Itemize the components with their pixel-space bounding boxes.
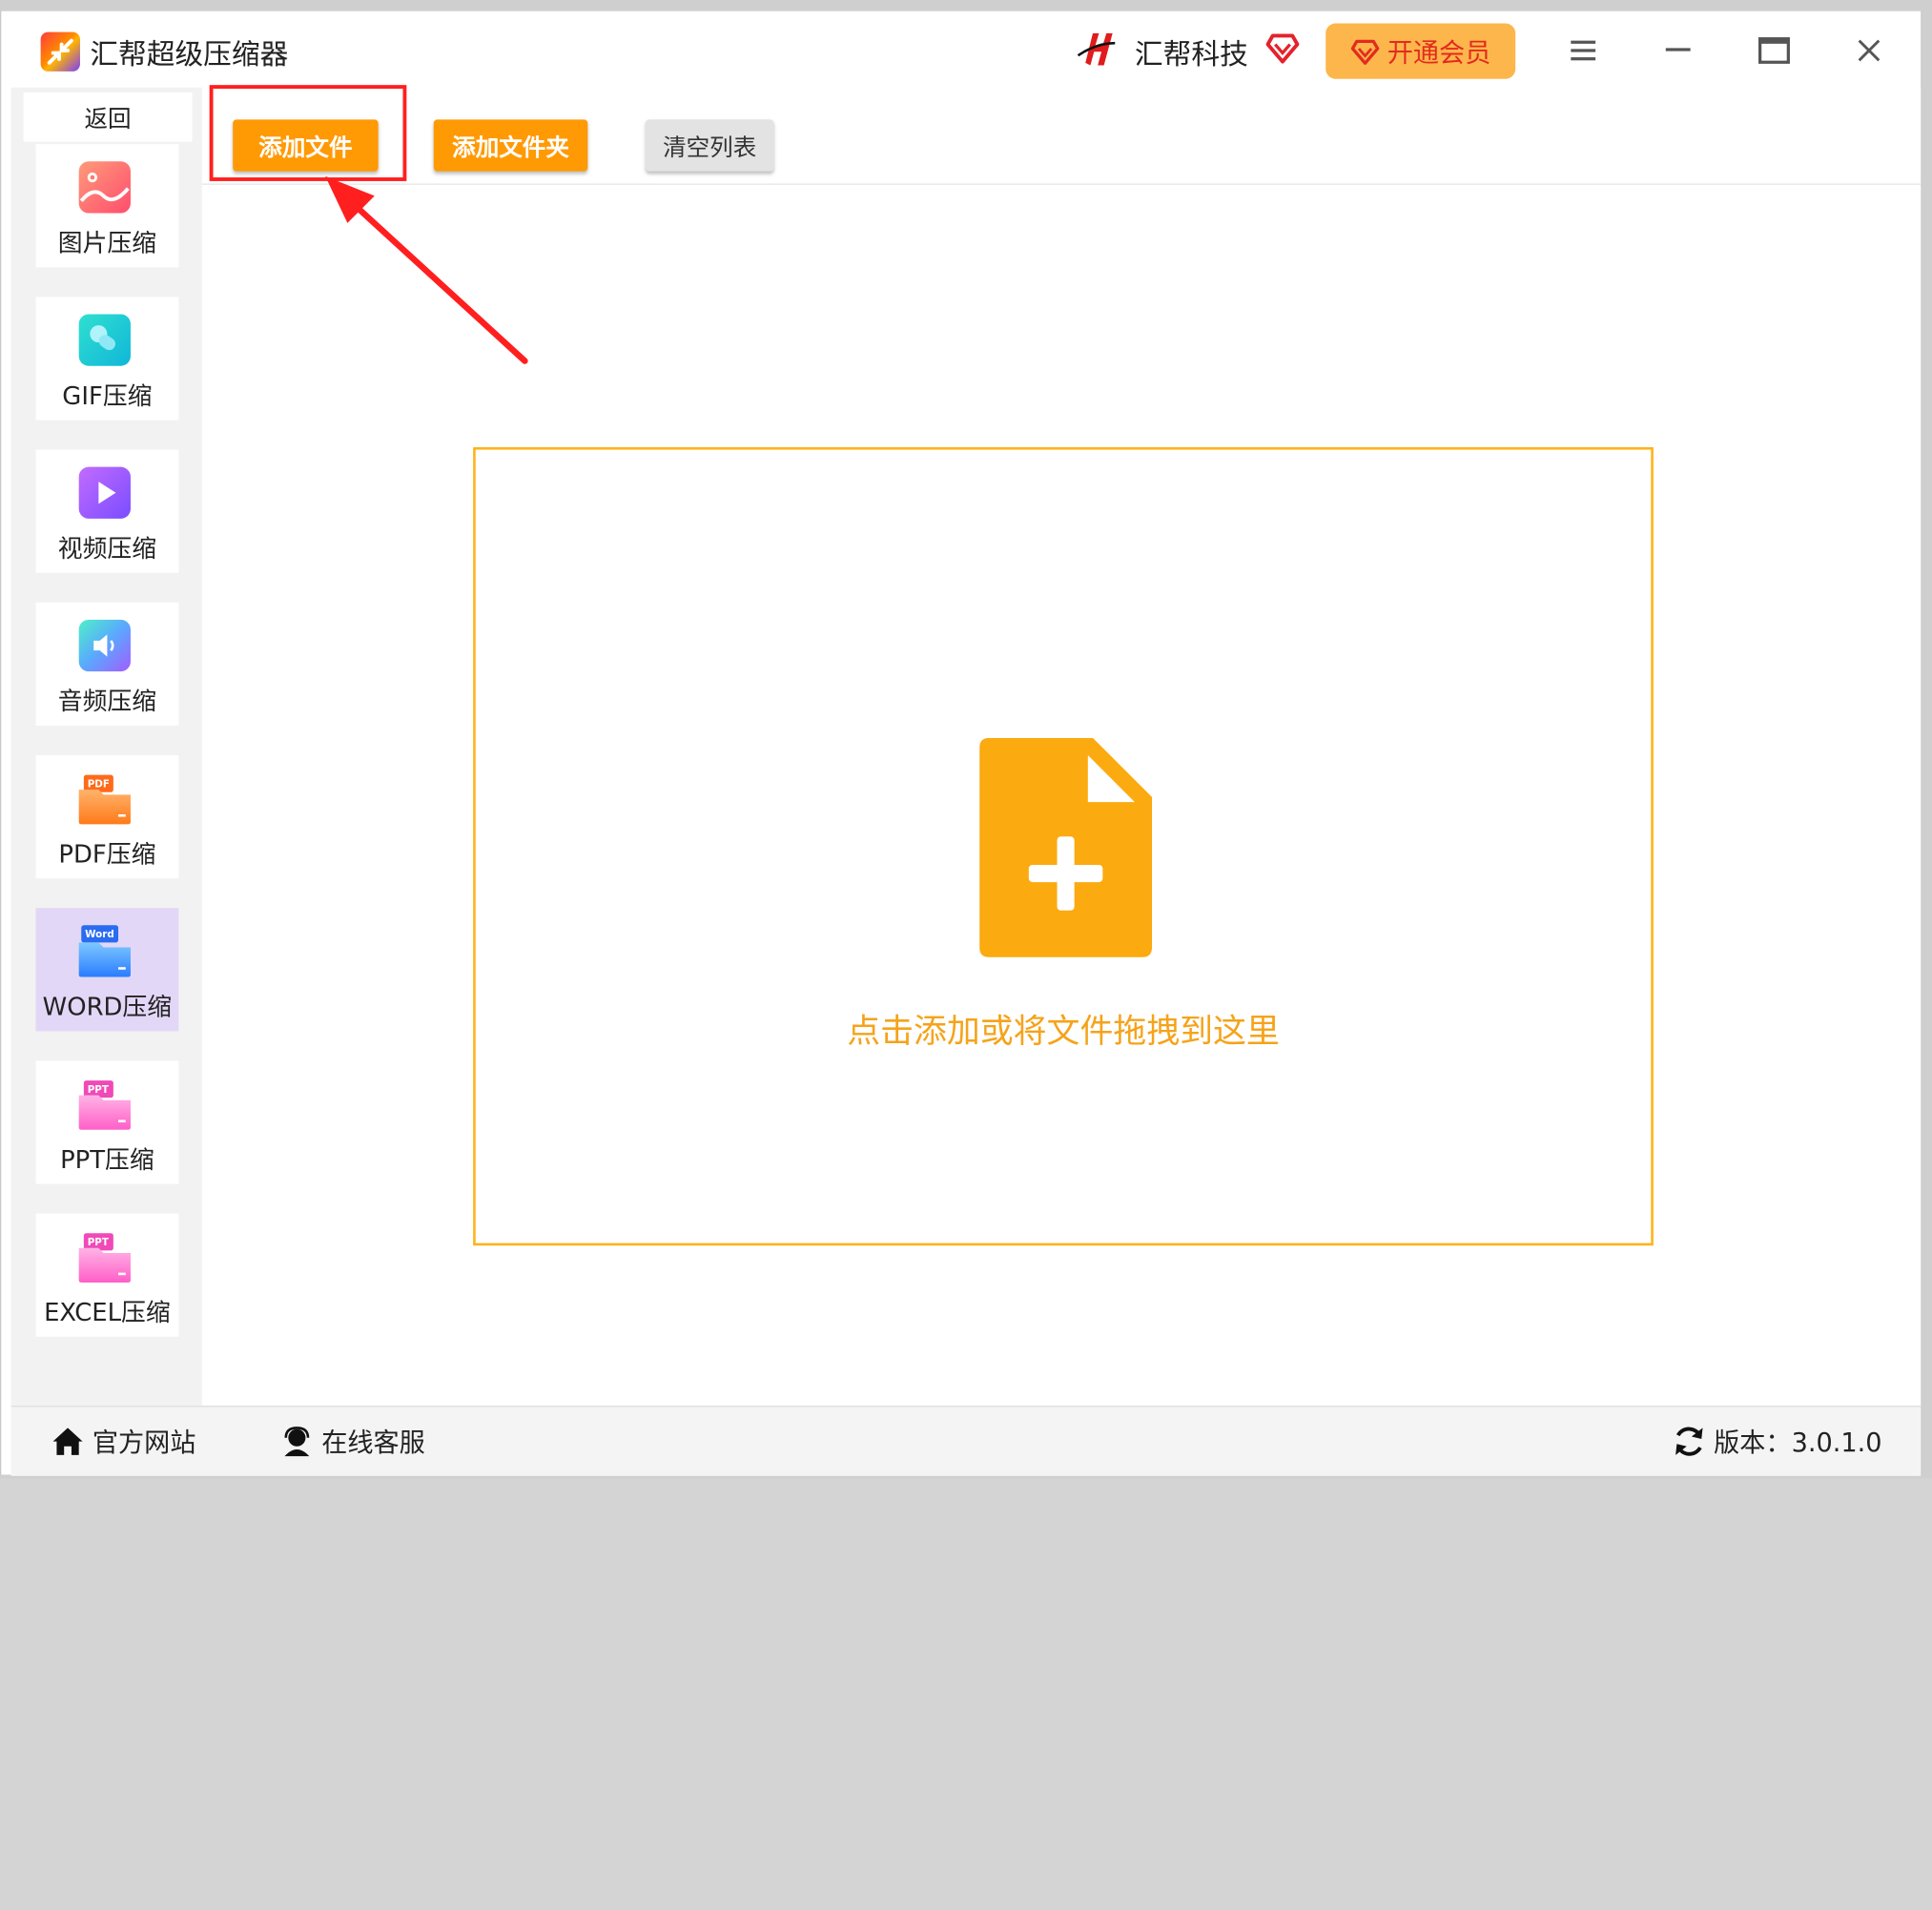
excel-folder-icon: PPT (78, 1233, 131, 1283)
app-logo-icon (40, 31, 80, 72)
sidebar-item-pdf[interactable]: PDF PDF压缩 (35, 754, 179, 879)
online-support-link[interactable]: 在线客服 (279, 1419, 425, 1464)
official-website-link[interactable]: 官方网站 (51, 1419, 195, 1464)
sidebar-item-label: 图片压缩 (57, 228, 157, 258)
compressor-app: 汇帮超级压缩器 汇帮科技 开通会员 返回 图片压缩 GIF压缩 视频压缩 音频压… (0, 10, 1922, 1476)
sidebar-item-label: PDF压缩 (58, 838, 156, 869)
sidebar-item-label: 视频压缩 (57, 533, 157, 564)
maximize-icon[interactable] (1750, 29, 1799, 73)
sidebar-item-word[interactable]: Word WORD压缩 (35, 908, 179, 1032)
title-bar: 汇帮超级压缩器 汇帮科技 开通会员 (1, 11, 1921, 88)
brand-name: 汇帮科技 (1134, 39, 1248, 72)
drop-zone[interactable]: 点击添加或将文件拖拽到这里 (473, 446, 1654, 1246)
sidebar-item-label: PPT压缩 (60, 1144, 154, 1175)
main-panel: 添加文件 添加文件夹 清空列表 点击添加或将文件拖拽到这里 (201, 85, 1922, 1407)
sidebar-item-video[interactable]: 视频压缩 (35, 449, 179, 573)
gif-icon (78, 314, 131, 366)
sidebar-item-excel[interactable]: PPT EXCEL压缩 (35, 1213, 179, 1337)
sidebar-item-image[interactable]: 图片压缩 (35, 144, 179, 268)
version-info[interactable]: 版本：3.0.1.0 (1672, 1419, 1882, 1464)
version-label: 版本：3.0.1.0 (1714, 1427, 1882, 1458)
annotation-arrow-icon (325, 175, 528, 364)
minimize-icon[interactable] (1654, 29, 1703, 73)
vip-button[interactable]: 开通会员 (1326, 23, 1516, 79)
ppt-folder-icon: PPT (78, 1080, 131, 1130)
word-folder-icon: Word (78, 925, 131, 977)
svg-text:Word: Word (85, 929, 114, 940)
sidebar: 返回 图片压缩 GIF压缩 视频压缩 音频压缩 PDF PDF压缩 Word W… (10, 87, 202, 1407)
clear-list-button[interactable]: 清空列表 (646, 119, 774, 172)
back-button[interactable]: 返回 (23, 92, 193, 142)
pdf-folder-icon: PDF (78, 774, 131, 825)
vip-label: 开通会员 (1387, 37, 1491, 68)
vip-diamond-icon (1350, 39, 1380, 65)
svg-text:PPT: PPT (88, 1084, 109, 1096)
brand-logo-icon (1073, 26, 1120, 77)
sidebar-item-label: GIF压缩 (62, 380, 153, 411)
sidebar-item-label: WORD压缩 (42, 992, 173, 1022)
refresh-icon (1675, 1427, 1703, 1456)
menu-icon[interactable] (1558, 29, 1608, 73)
close-icon[interactable] (1844, 29, 1894, 73)
app-title: 汇帮超级压缩器 (90, 39, 289, 72)
svg-text:PPT: PPT (88, 1237, 109, 1248)
support-agent-icon (284, 1427, 310, 1457)
video-icon (78, 466, 131, 519)
sidebar-item-audio[interactable]: 音频压缩 (35, 602, 179, 726)
footer-bar: 官方网站 在线客服 版本：3.0.1.0 (10, 1406, 1922, 1476)
online-support-label: 在线客服 (321, 1427, 425, 1458)
official-website-label: 官方网站 (92, 1427, 196, 1458)
sidebar-item-ppt[interactable]: PPT PPT压缩 (35, 1060, 179, 1184)
app-window: 汇帮超级压缩器 汇帮科技 开通会员 返回 图片压缩 GIF压缩 视频压缩 音频压… (0, 0, 1932, 1910)
diamond-icon (1265, 32, 1300, 70)
audio-icon (78, 619, 131, 672)
image-icon (78, 161, 131, 214)
sidebar-item-gif[interactable]: GIF压缩 (35, 297, 179, 421)
svg-text:PDF: PDF (88, 779, 110, 791)
home-icon (52, 1427, 83, 1455)
drop-hint-text: 点击添加或将文件拖拽到这里 (847, 1013, 1280, 1052)
sidebar-item-label: 音频压缩 (57, 686, 157, 716)
file-add-icon (979, 737, 1153, 957)
sidebar-item-label: EXCEL压缩 (44, 1297, 171, 1327)
